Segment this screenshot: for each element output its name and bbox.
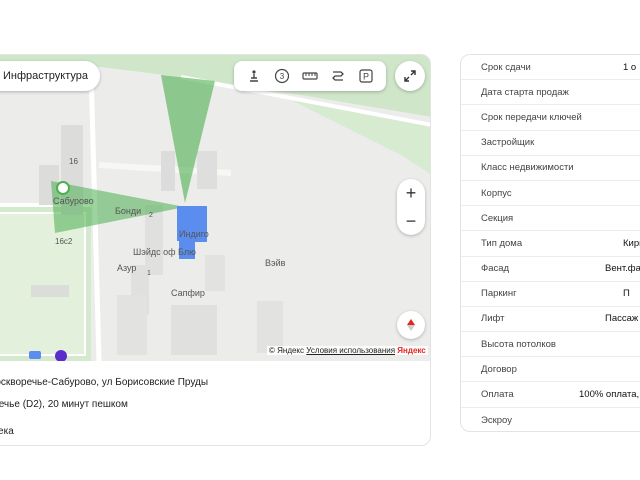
detail-label: Класс недвижимости: [481, 162, 574, 174]
compass-icon: [407, 319, 415, 331]
detail-row: Срок сдачи 1 о: [461, 55, 640, 81]
detail-value: 1 о: [623, 61, 637, 73]
detail-label: Тип дома: [481, 237, 523, 249]
map-view[interactable]: Сабурово 16 16с2 Бонди 2 Индиго Шэйдс оф…: [0, 55, 430, 361]
fullscreen-button[interactable]: [395, 61, 425, 91]
zoom-control: + −: [397, 179, 425, 235]
zoom-out-button[interactable]: −: [397, 207, 425, 235]
address-text: Царицыно, Москворечье-Сабурово, ул Борис…: [0, 376, 209, 388]
detail-row: Эскроу: [461, 408, 640, 431]
detail-row: Лифт Пассаж: [461, 307, 640, 333]
house-number-16: 16: [69, 157, 78, 166]
river-row: Москва-река: [0, 420, 430, 442]
details-panel: Срок сдачи 1 о Дата старта продаж Срок пере…: [460, 54, 640, 432]
zoom-in-button[interactable]: +: [397, 179, 425, 207]
detail-label: Лифт: [481, 313, 505, 325]
map-canvas: [0, 55, 430, 361]
metro-label-saburovo: Сабурово: [53, 196, 94, 206]
house-number-2: 2: [149, 212, 153, 219]
detail-row: Застройщик: [461, 131, 640, 156]
expand-icon: [404, 70, 416, 82]
detail-label: Высота потолков: [481, 338, 556, 350]
map-copyright: © Яндекс Условия использования Яндекс: [267, 346, 428, 355]
detail-row: Оплата 100% оплата,: [461, 382, 640, 408]
detail-row: Секция: [461, 206, 640, 232]
number-three-icon[interactable]: 3: [271, 65, 293, 87]
map-card: Сабурово 16 16с2 Бонди 2 Индиго Шэйдс оф…: [0, 54, 431, 446]
complex-label-shades: Шэйдс оф Блю: [133, 247, 196, 257]
address-list: Царицыно, Москворечье-Сабурово, ул Борис…: [0, 371, 430, 442]
yandex-logo[interactable]: Яндекс: [397, 346, 425, 355]
detail-row: Фасад Вент.фа: [461, 257, 640, 282]
detail-label: Застройщик: [481, 137, 535, 149]
detail-row: Корпус: [461, 181, 640, 207]
terms-link[interactable]: Условия использования: [306, 346, 395, 355]
metro-row: Москворечье (D2), 20 минут пешком: [0, 393, 430, 415]
river-text: Москва-река: [0, 425, 14, 437]
complex-label-veiv: Вэйв: [265, 258, 286, 268]
complex-label-azur: Азур: [117, 263, 137, 273]
route-icon[interactable]: [327, 65, 349, 87]
detail-row: Срок передачи ключей: [461, 105, 640, 131]
detail-row: Высота потолков: [461, 332, 640, 358]
detail-label: Срок передачи ключей: [481, 111, 582, 123]
complex-label-indigo: Индиго: [179, 229, 209, 239]
detail-label: Корпус: [481, 187, 512, 199]
detail-row: Договор: [461, 357, 640, 383]
detail-row: Тип дома Кирп: [461, 231, 640, 257]
ruler-icon[interactable]: [299, 65, 321, 87]
detail-label: Секция: [481, 212, 514, 224]
parking-icon[interactable]: P: [355, 65, 377, 87]
svg-text:P: P: [363, 72, 369, 82]
detail-value: 100% оплата,: [579, 389, 640, 401]
detail-label: Фасад: [481, 263, 510, 275]
svg-text:3: 3: [280, 72, 285, 81]
rowing-icon[interactable]: [243, 65, 265, 87]
map-toolbar: 3 P: [234, 61, 386, 91]
detail-value: Кирп: [623, 237, 640, 249]
detail-label: Эскроу: [481, 414, 512, 426]
detail-label: Срок сдачи: [481, 61, 531, 73]
detail-value: П: [623, 288, 630, 300]
detail-value: Пассаж: [605, 313, 639, 325]
infrastructure-toggle[interactable]: Инфраструктура: [0, 61, 101, 91]
house-number-16c2: 16с2: [55, 237, 73, 246]
detail-label: Оплата: [481, 389, 514, 401]
complex-label-sapfir: Сапфир: [171, 288, 205, 298]
metro-text: Москворечье (D2), 20 минут пешком: [0, 398, 128, 410]
compass-button[interactable]: [397, 311, 425, 339]
detail-row: Класс недвижимости: [461, 156, 640, 181]
house-number-1: 1: [147, 270, 151, 277]
detail-row: Дата старта продаж: [461, 80, 640, 106]
detail-label: Дата старта продаж: [481, 86, 569, 98]
detail-row: Паркинг П: [461, 282, 640, 307]
detail-label: Паркинг: [481, 288, 517, 300]
copyright-text: © Яндекс: [269, 346, 305, 355]
complex-label-bondi: Бонди: [115, 206, 142, 216]
detail-value: Вент.фа: [605, 263, 640, 275]
address-row: Царицыно, Москворечье-Сабурово, ул Борис…: [0, 371, 430, 393]
detail-label: Договор: [481, 363, 517, 375]
